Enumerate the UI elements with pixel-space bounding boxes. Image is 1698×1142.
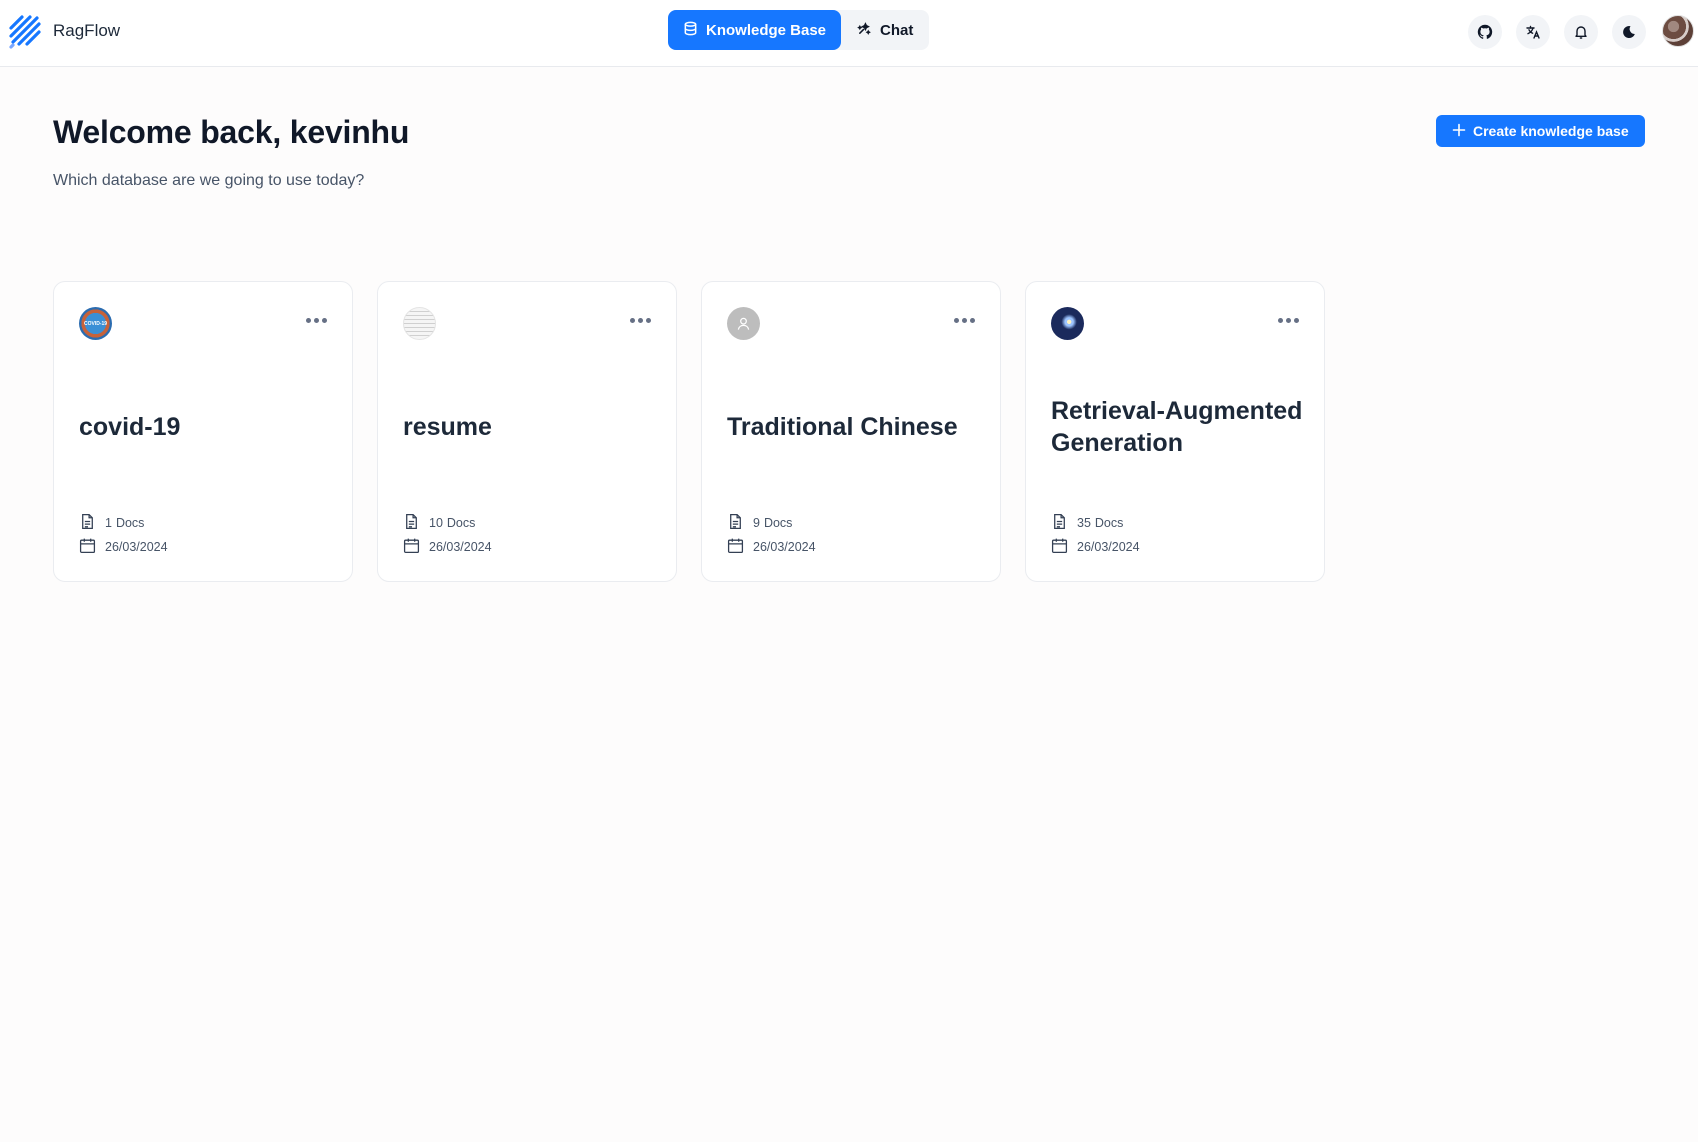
more-options-icon[interactable] (304, 316, 328, 324)
doc-count: 10 Docs (403, 513, 475, 533)
create-knowledge-base-button[interactable]: Create knowledge base (1436, 115, 1645, 147)
knowledge-base-card[interactable]: COVID-19 covid-19 1 Docs 26/03/2024 (53, 281, 353, 582)
tab-knowledge-base-label: Knowledge Base (706, 21, 827, 39)
user-avatar[interactable] (1662, 15, 1694, 47)
covid-avatar: COVID-19 (79, 307, 112, 340)
doc-count: 9 Docs (727, 513, 792, 533)
database-icon (683, 21, 698, 40)
plus-icon (1452, 123, 1466, 140)
created-date: 26/03/2024 (727, 537, 816, 557)
more-options-icon[interactable] (952, 316, 976, 324)
tab-chat[interactable]: Chat (841, 10, 929, 50)
create-button-label: Create knowledge base (1473, 123, 1629, 139)
knowledge-base-name: Retrieval-Augmented Generation (1051, 397, 1303, 457)
created-date: 26/03/2024 (1051, 537, 1140, 557)
moon-icon[interactable] (1612, 15, 1646, 49)
knowledge-base-name: resume (403, 413, 492, 441)
doc-count: 35 Docs (1051, 513, 1123, 533)
rag-avatar (1051, 307, 1084, 340)
calendar-icon (403, 537, 420, 557)
document-icon (403, 513, 420, 533)
tab-chat-label: Chat (880, 21, 914, 39)
calendar-icon (1051, 537, 1068, 557)
app-name: RagFlow (53, 21, 121, 40)
knowledge-base-card[interactable]: Traditional Chinese 9 Docs 26/03/2024 (701, 281, 1001, 582)
page-title: Welcome back, kevinhu (53, 114, 410, 150)
calendar-icon (79, 537, 96, 557)
more-options-icon[interactable] (1276, 316, 1300, 324)
default-user-avatar (727, 307, 760, 340)
document-icon (1051, 513, 1068, 533)
bell-icon[interactable] (1564, 15, 1598, 49)
ragflow-logo-icon[interactable] (8, 14, 44, 50)
top-header: RagFlow Knowledge Base Chat (0, 0, 1698, 67)
document-icon (79, 513, 96, 533)
main-nav: Knowledge Base Chat (668, 10, 930, 50)
document-icon (727, 513, 744, 533)
knowledge-base-name: Traditional Chinese (727, 413, 958, 441)
more-options-icon[interactable] (628, 316, 652, 324)
translate-icon[interactable] (1516, 15, 1550, 49)
page-subtitle: Which database are we going to use today… (53, 172, 365, 189)
chat-icon (857, 21, 872, 40)
knowledge-base-card[interactable]: resume 10 Docs 26/03/2024 (377, 281, 677, 582)
doc-count: 1 Docs (79, 513, 144, 533)
resume-avatar (403, 307, 436, 340)
created-date: 26/03/2024 (403, 537, 492, 557)
knowledge-base-card[interactable]: Retrieval-Augmented Generation 35 Docs 26… (1025, 281, 1325, 582)
knowledge-base-name: covid-19 (79, 413, 181, 441)
calendar-icon (727, 537, 744, 557)
github-icon[interactable] (1468, 15, 1502, 49)
created-date: 26/03/2024 (79, 537, 168, 557)
tab-knowledge-base[interactable]: Knowledge Base (668, 10, 842, 50)
